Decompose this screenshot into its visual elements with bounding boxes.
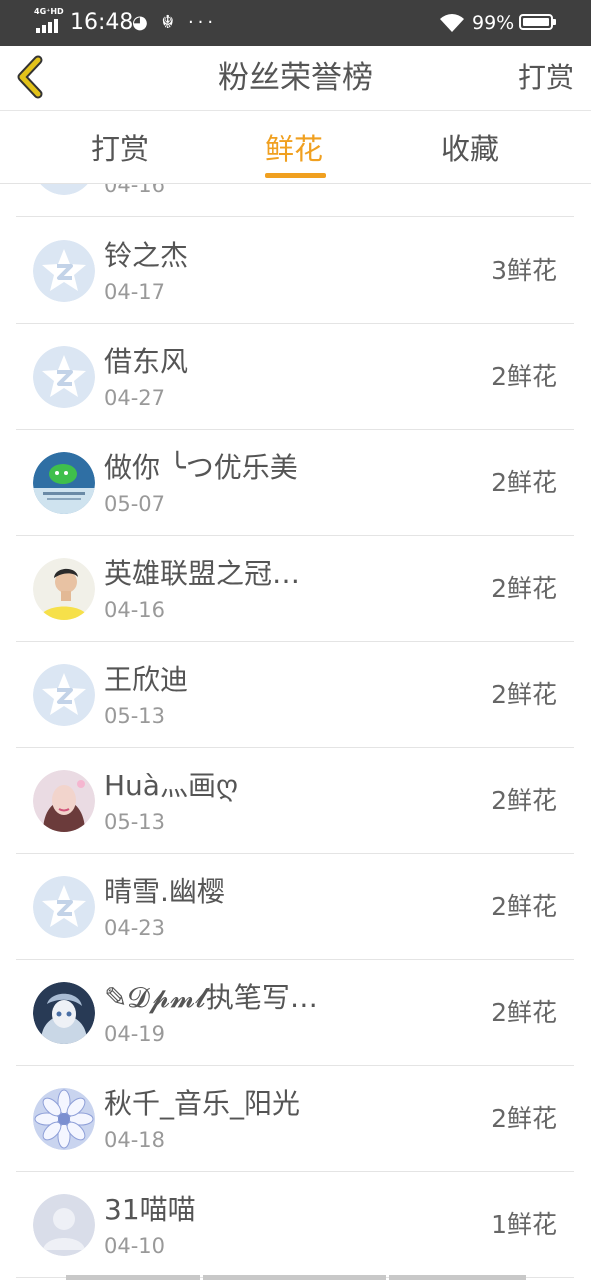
item-date: 04-23 [104, 916, 166, 940]
nav-bar: 粉丝荣誉榜 打赏 [0, 46, 591, 111]
signal-icon [36, 19, 62, 33]
item-date: 04-18 [104, 1128, 166, 1152]
list-item[interactable]: Huà灬画ღ 05-13 2鲜花 [16, 748, 574, 854]
list-item[interactable]: ✎𝓓𝓹𝓶𝓵执笔写… 04-19 2鲜花 [16, 960, 574, 1066]
flower-count: 2鲜花 [491, 786, 557, 815]
avatar [33, 1088, 95, 1150]
avatar [33, 558, 95, 620]
avatar [33, 240, 95, 302]
list-item[interactable]: 铃之杰 04-17 3鲜花 [16, 218, 574, 324]
list-item[interactable]: 秋千_音乐_阳光 04-18 2鲜花 [16, 1066, 574, 1172]
fan-name: 做你 ╰つ优乐美 [104, 451, 298, 484]
fan-name: 借东风 [104, 345, 189, 378]
list-item[interactable]: 王欣迪 05-13 2鲜花 [16, 642, 574, 748]
page-title: 粉丝荣誉榜 [218, 60, 373, 96]
flower-count: 2鲜花 [491, 362, 557, 391]
fan-name: 英雄联盟之冠… [104, 557, 301, 590]
avatar [33, 452, 95, 514]
fan-name: Huà灬画ღ [104, 769, 238, 802]
fan-name: 铃之杰 [104, 239, 189, 272]
fan-name: ✎𝓓𝓹𝓶𝓵执笔写… [104, 981, 318, 1014]
item-date: 05-13 [104, 810, 166, 834]
item-date: 04-27 [104, 386, 166, 410]
item-date: 05-07 [104, 492, 166, 516]
flower-count: 2鲜花 [491, 680, 557, 709]
horizontal-scroll-indicator [66, 1275, 526, 1280]
avatar [33, 184, 95, 195]
notification-icons: ◕ ☬ ··· [132, 12, 218, 33]
flower-count: 2鲜花 [491, 574, 557, 603]
tab-reward[interactable]: 打赏 [91, 129, 149, 169]
item-date: 05-13 [104, 704, 166, 728]
tab-flowers[interactable]: 鲜花 [265, 129, 323, 169]
battery-icon [519, 14, 556, 30]
wifi-icon [440, 14, 464, 32]
status-time: 16:48 [70, 10, 134, 35]
item-date: 04-16 [104, 184, 166, 197]
avatar [33, 664, 95, 726]
list-item[interactable]: 做你 ╰つ优乐美 05-07 2鲜花 [16, 430, 574, 536]
flower-count: 2鲜花 [491, 468, 557, 497]
flower-count: 2鲜花 [491, 1104, 557, 1133]
network-type: 4G⁺HD [34, 7, 64, 16]
item-date: 04-16 [104, 598, 166, 622]
avatar [33, 346, 95, 408]
active-tab-indicator [265, 173, 326, 178]
fan-list[interactable]: 04-16 铃之杰 04-17 3鲜花 借东风 04-27 2鲜花 做你 ╰つ优… [16, 184, 574, 1280]
flower-count: 2鲜花 [491, 892, 557, 921]
flower-count: 2鲜花 [491, 998, 557, 1027]
fan-name: 秋千_音乐_阳光 [104, 1087, 301, 1120]
battery-percent: 99% [472, 12, 515, 34]
item-date: 04-17 [104, 280, 166, 304]
flower-count: 1鲜花 [491, 1210, 557, 1239]
list-item[interactable]: 31喵喵 04-10 1鲜花 [16, 1172, 574, 1278]
status-bar: 4G⁺HD 16:48 ◕ ☬ ··· 99% [0, 0, 591, 46]
reward-button[interactable]: 打赏 [518, 58, 574, 98]
list-item[interactable]: 英雄联盟之冠… 04-16 2鲜花 [16, 536, 574, 642]
item-date: 04-19 [104, 1022, 166, 1046]
avatar [33, 876, 95, 938]
list-item[interactable]: 晴雪.幽樱 04-23 2鲜花 [16, 854, 574, 960]
avatar [33, 982, 95, 1044]
avatar [33, 770, 95, 832]
list-item[interactable]: 04-16 [16, 184, 574, 217]
avatar [33, 1194, 95, 1256]
fan-name: 晴雪.幽樱 [104, 875, 225, 908]
list-item[interactable]: 借东风 04-27 2鲜花 [16, 324, 574, 430]
fan-name: 王欣迪 [104, 663, 189, 696]
tab-favorites[interactable]: 收藏 [441, 129, 499, 169]
item-date: 04-10 [104, 1234, 166, 1258]
fan-name: 31喵喵 [104, 1193, 196, 1226]
flower-count: 3鲜花 [491, 256, 557, 285]
